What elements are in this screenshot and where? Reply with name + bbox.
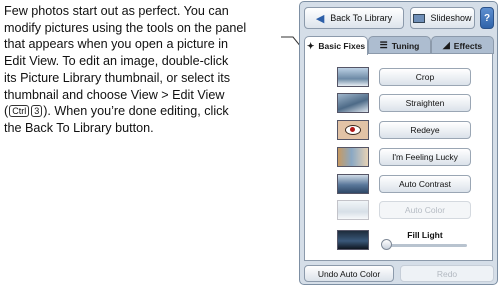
text-line-1: Few photos start out as perfect. You can xyxy=(4,4,229,18)
help-button[interactable]: ? xyxy=(480,7,494,29)
straighten-row: Straighten xyxy=(337,93,471,113)
text-line-3: that appears when you open a picture in xyxy=(4,37,229,52)
crop-row: Crop xyxy=(337,67,471,87)
back-arrow-icon: ◀ xyxy=(315,12,325,25)
text-line-4: Edit View. To edit an image, double-clic… xyxy=(4,54,229,69)
text-line-5: its Picture Library thumbnail, or select… xyxy=(4,70,231,85)
feeling-lucky-button[interactable]: I'm Feeling Lucky xyxy=(379,148,471,166)
feeling-lucky-row: I'm Feeling Lucky xyxy=(337,147,471,167)
eye-icon xyxy=(345,125,361,135)
straighten-button[interactable]: Straighten xyxy=(379,94,471,112)
auto-color-row: Auto Color xyxy=(337,200,471,220)
instruction-text: Few photos start out as perfect. You can… xyxy=(4,3,296,137)
undo-button[interactable]: Undo Auto Color xyxy=(304,265,394,282)
wand-icon: ✦ xyxy=(306,40,315,51)
text-line-8: the Back To Library button. xyxy=(4,120,154,135)
tab-tuning[interactable]: ☰ Tuning xyxy=(368,36,431,54)
tab-bar: ✦ Basic Fixes ☰ Tuning ◢ Effects xyxy=(304,36,494,55)
fill-light-slider[interactable] xyxy=(381,239,467,250)
slideshow-icon xyxy=(413,13,426,23)
slideshow-button[interactable]: Slideshow xyxy=(410,7,475,29)
sliders-icon: ☰ xyxy=(379,40,388,50)
text-line-6: thumbnail and choose View > Edit View xyxy=(4,87,225,102)
ctrl-key: Ctrl xyxy=(9,105,30,118)
basic-fixes-panel: Crop Straighten Redeye I'm Feeling Lucky… xyxy=(304,53,493,261)
effects-icon: ◢ xyxy=(442,40,450,50)
auto-contrast-button[interactable]: Auto Contrast xyxy=(379,175,471,193)
fill-light-slider-knob[interactable] xyxy=(381,239,392,250)
crop-thumbnail xyxy=(337,67,369,87)
edit-panel: ◀ Back To Library Slideshow ? ✦ Basic Fi… xyxy=(299,1,498,285)
redeye-button[interactable]: Redeye xyxy=(379,121,471,139)
text-line-7: (Ctrl 3). When you’re done editing, click xyxy=(4,104,229,119)
auto-color-button[interactable]: Auto Color xyxy=(379,201,471,219)
fill-light-thumbnail xyxy=(337,230,369,250)
lucky-thumbnail xyxy=(337,147,369,167)
redeye-row: Redeye xyxy=(337,120,471,140)
color-thumbnail xyxy=(337,200,369,220)
three-key: 3 xyxy=(31,105,43,118)
back-to-library-button[interactable]: ◀ Back To Library xyxy=(304,7,404,29)
crop-button[interactable]: Crop xyxy=(379,68,471,86)
auto-contrast-row: Auto Contrast xyxy=(337,174,471,194)
redo-button[interactable]: Redo xyxy=(400,265,494,282)
tab-basic-fixes[interactable]: ✦ Basic Fixes xyxy=(304,36,368,55)
text-line-2: modify pictures using the tools on the p… xyxy=(4,20,247,35)
fill-light-label: Fill Light xyxy=(407,230,443,240)
tab-effects[interactable]: ◢ Effects xyxy=(431,36,494,54)
straighten-thumbnail xyxy=(337,93,369,113)
contrast-thumbnail xyxy=(337,174,369,194)
redeye-thumbnail xyxy=(337,120,369,140)
